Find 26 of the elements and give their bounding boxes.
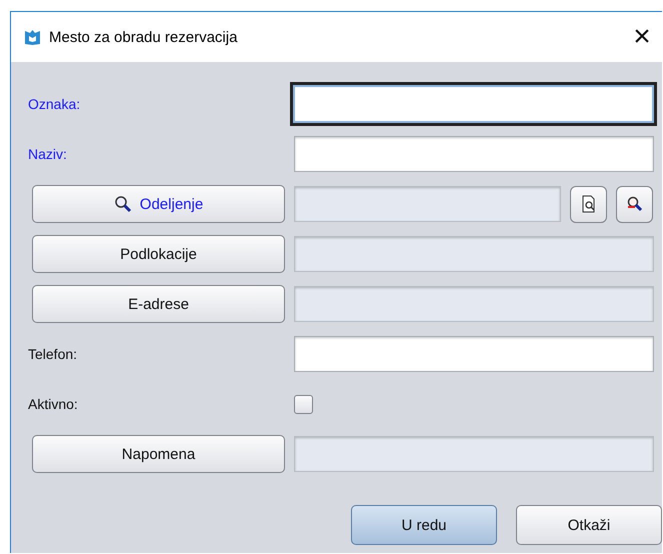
field-button[interactable]: Podlokacije <box>32 235 285 273</box>
cancel-button[interactable]: Otkaži <box>516 505 662 545</box>
input-field[interactable] <box>294 236 654 272</box>
search-button[interactable] <box>616 186 653 222</box>
input-field[interactable] <box>290 82 657 126</box>
field-button[interactable]: E-adrese <box>32 285 285 323</box>
field-button[interactable]: Napomena <box>32 435 285 473</box>
preview-button[interactable] <box>570 186 607 222</box>
input-field[interactable] <box>294 136 654 172</box>
field-label: Naziv: <box>28 146 67 162</box>
window-title: Mesto za obradu rezervacija <box>49 28 238 46</box>
field-label: Aktivno: <box>28 396 78 412</box>
input-field[interactable] <box>294 286 654 322</box>
input-field[interactable] <box>294 186 561 222</box>
search-icon <box>114 195 132 213</box>
close-button[interactable]: × <box>624 19 660 55</box>
ok-button[interactable]: U redu <box>351 505 497 545</box>
input-field[interactable] <box>294 336 654 372</box>
input-field[interactable] <box>294 436 654 472</box>
app-icon <box>24 28 41 46</box>
search-icon <box>626 195 644 213</box>
field-button[interactable]: Odeljenje <box>32 185 285 223</box>
field-label: Telefon: <box>28 346 78 362</box>
document-search-icon <box>580 195 598 213</box>
checkbox[interactable] <box>294 394 313 414</box>
field-label: Oznaka: <box>28 96 80 112</box>
